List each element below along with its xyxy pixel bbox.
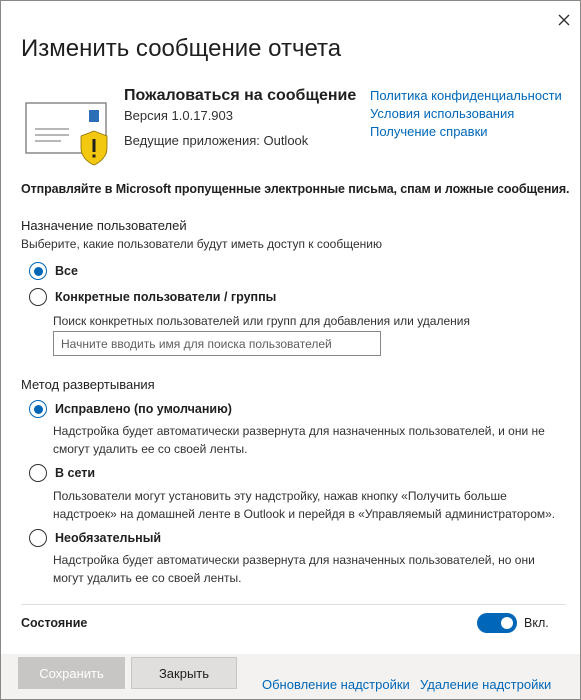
remove-addin-link[interactable]: Удаление надстройки [420,677,551,692]
radio-deploy-optional[interactable]: Необязательный [29,529,161,547]
radio-deploy-fixed[interactable]: Исправлено (по умолчанию) [29,400,232,418]
deployment-section-title: Метод развертывания [21,377,155,392]
save-button[interactable]: Сохранить [18,657,125,689]
app-name: Пожаловаться на сообщение [124,87,357,104]
search-help-text: Поиск конкретных пользователей или групп… [53,314,470,328]
user-search-input[interactable] [53,331,381,356]
radio-assign-everyone[interactable]: Все [29,262,78,280]
edit-report-message-dialog: Изменить сообщение отчета Пожаловаться н… [0,0,581,700]
radio-button[interactable] [29,464,47,482]
radio-label: Необязательный [55,531,162,545]
app-version: Версия 1.0.17.903 [124,108,233,123]
radio-label: Исправлено (по умолчанию) [55,402,232,416]
radio-label: Все [55,264,78,278]
dialog-title: Изменить сообщение отчета [21,35,342,62]
radio-button[interactable] [29,288,47,306]
radio-button-selected[interactable] [29,262,47,280]
status-toggle[interactable] [477,613,517,633]
app-host: Ведущие приложения: Outlook [124,133,309,148]
radio-label: Конкретные пользователи / группы [55,290,277,304]
divider [21,604,566,605]
assignment-section-title: Назначение пользователей [21,218,187,233]
status-label: Состояние [21,616,88,630]
report-message-envelope-icon [25,102,108,166]
radio-deploy-available[interactable]: В сети [29,464,95,482]
status-toggle-text: Вкл. [524,616,549,630]
close-button[interactable]: Закрыть [131,657,237,689]
terms-of-use-link[interactable]: Условия использования [370,106,562,121]
get-help-link[interactable]: Получение справки [370,124,562,139]
app-links: Политика конфиденциальности Условия испо… [370,88,562,139]
radio-assign-specific[interactable]: Конкретные пользователи / группы [29,288,276,306]
assignment-section-description: Выберите, какие пользователи будут иметь… [21,237,382,251]
intro-text: Отправляйте в Microsoft пропущенные элек… [21,182,570,196]
close-icon[interactable] [553,9,575,31]
toggle-knob [501,617,513,629]
radio-button-selected[interactable] [29,400,47,418]
deploy-optional-help: Надстройка будет автоматически развернут… [53,553,535,585]
radio-label: В сети [55,466,96,480]
update-addin-link[interactable]: Обновление надстройки [262,677,410,692]
deploy-available-help: Пользователи могут установить эту надстр… [53,489,556,521]
deploy-fixed-help: Надстройка будет автоматически развернут… [53,424,545,456]
privacy-policy-link[interactable]: Политика конфиденциальности [370,88,562,103]
radio-button[interactable] [29,529,47,547]
